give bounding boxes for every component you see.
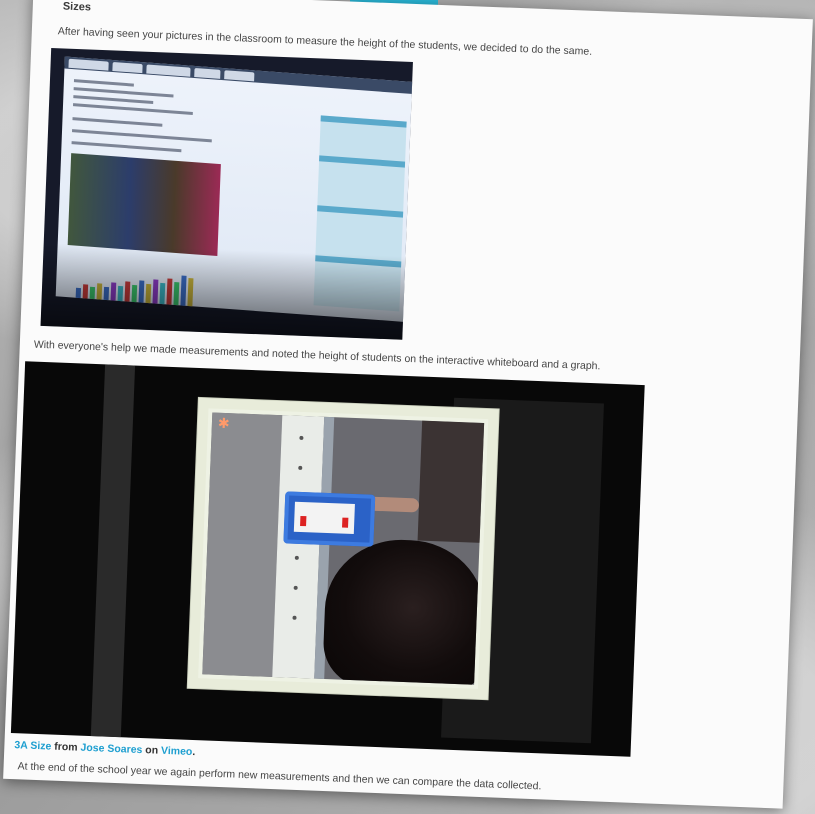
section-heading: Sizes: [62, 0, 92, 14]
credit-period: .: [192, 745, 196, 759]
measuring-square: [283, 491, 376, 547]
video-title-link[interactable]: 3A Size: [14, 739, 51, 752]
from-label: from: [54, 740, 78, 754]
video-wall-strip: [90, 364, 136, 738]
measurement-scene: ✱: [202, 412, 485, 685]
vimeo-link[interactable]: Vimeo: [161, 745, 193, 758]
classroom-whiteboard-photo: [40, 48, 413, 340]
blog-post-page: Sizes After having seen your pictures in…: [3, 0, 813, 809]
video-credit-line: 3A Size from Jose Soares on Vimeo.: [14, 739, 195, 758]
video-frame-still: ✱: [187, 397, 499, 700]
star-sticker-icon: ✱: [217, 414, 230, 432]
author-link[interactable]: Jose Soares: [80, 742, 142, 756]
embedded-video-player[interactable]: ✱: [10, 361, 645, 757]
student-head: [321, 537, 485, 685]
photo-shadow: [40, 48, 413, 340]
on-label: on: [145, 744, 159, 757]
